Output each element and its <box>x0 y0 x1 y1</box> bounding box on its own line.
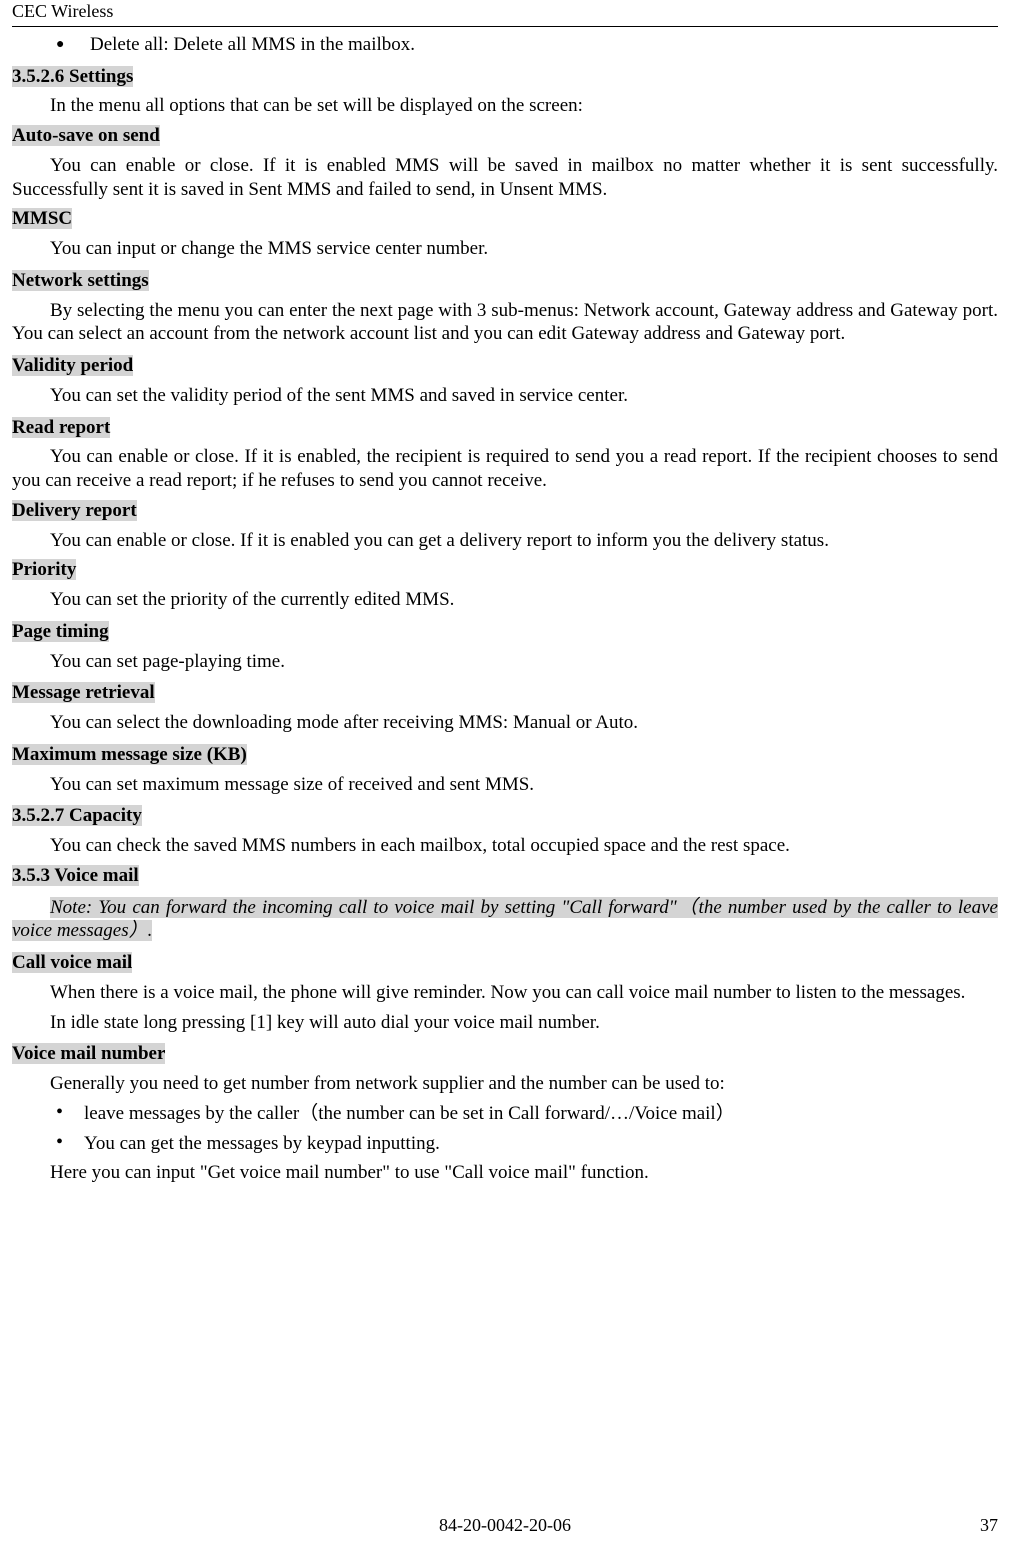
sub-heading: Network settings <box>12 270 149 291</box>
body-text: Here you can input "Get voice mail numbe… <box>12 1161 998 1185</box>
body-text: By selecting the menu you can enter the … <box>12 299 998 347</box>
body-text: In idle state long pressing [1] key will… <box>12 1011 998 1035</box>
body-text: You can set the validity period of the s… <box>12 384 998 408</box>
brand-name: CEC Wireless <box>12 1 113 21</box>
body-text: You can select the downloading mode afte… <box>12 711 998 735</box>
sub-heading: Priority <box>12 559 76 580</box>
list-item: leave messages by the caller（the number … <box>12 1102 998 1126</box>
section-heading: 3.5.2.7 Capacity <box>12 805 142 826</box>
footer: 84-20-0042-20-06 37 <box>12 1514 998 1537</box>
section-intro: In the menu all options that can be set … <box>12 94 998 118</box>
sub-heading: MMSC <box>12 208 72 229</box>
note-part-a: Note: You can forward the incoming call … <box>50 897 677 918</box>
options-list: Delete all: Delete all MMS in the mailbo… <box>12 33 998 57</box>
body-text: You can set page-playing time. <box>12 650 998 674</box>
body-text: You can enable or close. If it is enable… <box>12 154 998 202</box>
sub-heading: Maximum message size (KB) <box>12 744 247 765</box>
body-text: Generally you need to get number from ne… <box>12 1072 998 1096</box>
sub-heading: Validity period <box>12 355 133 376</box>
section-heading: 3.5.2.6 Settings <box>12 66 133 87</box>
body-text: You can input or change the MMS service … <box>12 237 998 261</box>
body-text: When there is a voice mail, the phone wi… <box>12 981 998 1005</box>
list-item: Delete all: Delete all MMS in the mailbo… <box>12 33 998 57</box>
body-text: You can set maximum message size of rece… <box>12 773 998 797</box>
sub-heading: Delivery report <box>12 500 137 521</box>
list-item: You can get the messages by keypad input… <box>12 1132 998 1156</box>
note-block: Note: You can forward the incoming call … <box>12 896 998 944</box>
sub-heading: Call voice mail <box>12 952 132 973</box>
page-number: 37 <box>980 1514 998 1537</box>
voice-number-list: leave messages by the caller（the number … <box>12 1102 998 1156</box>
sub-heading: Voice mail number <box>12 1043 165 1064</box>
sub-heading: Page timing <box>12 621 109 642</box>
body-text: You can check the saved MMS numbers in e… <box>12 834 998 858</box>
body-text: You can set the priority of the currentl… <box>12 588 998 612</box>
sub-heading: Message retrieval <box>12 682 155 703</box>
section-heading: 3.5.3 Voice mail <box>12 865 139 886</box>
body-text: You can enable or close. If it is enable… <box>12 445 998 493</box>
body-text: You can enable or close. If it is enable… <box>12 529 998 553</box>
header-line: CEC Wireless <box>12 0 998 27</box>
footer-code: 84-20-0042-20-06 <box>12 1514 998 1537</box>
sub-heading: Read report <box>12 417 110 438</box>
sub-heading: Auto-save on send <box>12 125 160 146</box>
